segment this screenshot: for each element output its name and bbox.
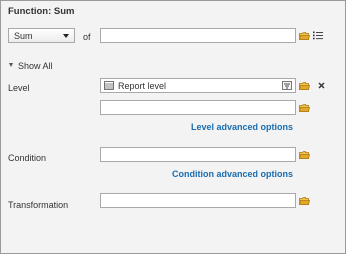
folder-icon[interactable] [299, 151, 310, 159]
level-advanced-options-link[interactable]: Level advanced options [191, 122, 293, 132]
level-input[interactable]: Report level [100, 78, 296, 93]
function-argument-input[interactable] [100, 28, 296, 43]
folder-icon[interactable] [299, 104, 310, 112]
close-icon[interactable] [318, 82, 325, 89]
filter-icon[interactable] [282, 81, 292, 90]
function-editor-panel: Function: Sum Sum of Show All Level Repo… [0, 0, 346, 254]
collapse-caret-icon[interactable] [9, 63, 13, 67]
function-select-value: Sum [14, 31, 33, 41]
show-all-toggle[interactable]: Show All [18, 61, 53, 71]
folder-icon[interactable] [299, 197, 310, 205]
function-select[interactable]: Sum [8, 28, 75, 43]
condition-label: Condition [8, 153, 47, 163]
table-icon [104, 81, 114, 90]
condition-input[interactable] [100, 147, 296, 162]
level-label: Level [8, 83, 30, 93]
folder-icon[interactable] [299, 82, 310, 90]
condition-advanced-options-link[interactable]: Condition advanced options [172, 169, 293, 179]
of-label: of [83, 32, 91, 42]
transformation-label: Transformation [8, 200, 69, 210]
level-secondary-input[interactable] [100, 100, 296, 115]
list-icon[interactable] [313, 31, 323, 40]
chevron-down-icon [63, 34, 69, 38]
folder-icon[interactable] [299, 32, 310, 40]
panel-title: Function: Sum [8, 6, 75, 17]
level-value: Report level [118, 81, 167, 91]
transformation-input[interactable] [100, 193, 296, 208]
